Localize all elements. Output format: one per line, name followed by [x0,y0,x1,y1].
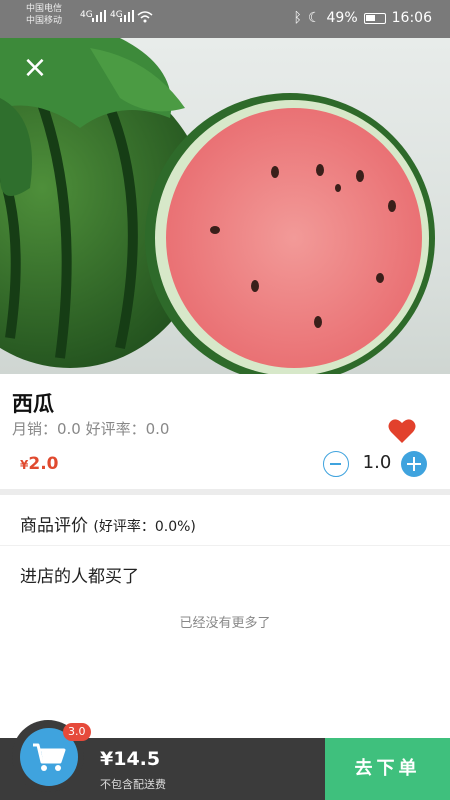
also-bought-title: 进店的人都买了 [20,567,139,587]
moon-icon: ☾ [307,10,321,26]
reviews-title: 商品评价 [20,516,88,536]
carrier-1: 中国电信 [26,4,63,14]
close-button[interactable]: × [20,53,50,84]
section-divider [0,489,450,495]
reviews-rate: (好评率：0.0%) [93,519,196,535]
delivery-note: 不包含配送费 [100,778,166,791]
signal-icon [92,10,106,22]
reviews-header[interactable]: 商品评价 (好评率：0.0%) [20,511,196,536]
watermelon-image [0,38,435,374]
price-value: 2.0 [28,454,59,474]
carrier-info: 中国电信 中国移动 [26,3,62,27]
no-more-text: 已经没有更多了 [179,616,271,631]
product-price: ¥2.0 [20,454,58,474]
increase-quantity-button[interactable] [401,451,427,477]
cart-total: ¥14.5 [100,748,161,770]
network-type-1: 4G [80,10,93,20]
product-name: 西瓜 [12,392,54,416]
clock: 16:06 [391,10,432,26]
signal-icon [120,10,134,22]
battery-percent: 49% [326,10,358,26]
status-bar: 中国电信 中国移动 4G 4G ᛒ ☾ 49% 16:06 [0,0,450,38]
battery-icon [363,12,386,24]
wifi-icon [137,11,153,23]
sales-and-rating: 月销：0.0 好评率：0.0 [12,420,170,438]
decrease-quantity-button[interactable] [323,451,349,477]
favorite-heart-icon[interactable] [388,418,416,444]
status-right: ᛒ ☾ 49% 16:06 [294,10,432,26]
product-image: × [0,38,450,374]
row-divider [0,545,450,546]
cart-count-badge: 3.0 [63,723,91,741]
shopping-cart-icon [33,743,66,771]
close-icon: × [22,50,48,85]
checkout-button[interactable]: 去下单 [325,738,450,800]
carrier-2: 中国移动 [26,16,63,26]
quantity-value: 1.0 [362,452,392,473]
bluetooth-icon: ᛒ [293,10,302,26]
